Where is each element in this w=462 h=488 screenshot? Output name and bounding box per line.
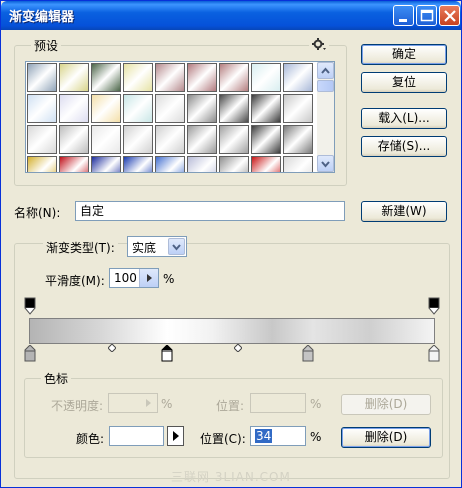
preset-swatch[interactable] — [123, 63, 153, 92]
stops-legend: 色标 — [41, 370, 72, 387]
title-bar[interactable]: 渐变编辑器 — [1, 1, 461, 30]
new-button[interactable]: 新建(W) — [361, 201, 447, 222]
watermark: 三联网 3LIAN.COM — [171, 470, 291, 484]
midpoint-diamond[interactable] — [108, 344, 116, 352]
opacity-stop-right[interactable] — [428, 297, 440, 315]
smoothness-slider-button[interactable] — [139, 269, 158, 287]
preset-swatch[interactable] — [123, 156, 153, 172]
smoothness-label: 平滑度(M): — [45, 274, 105, 288]
smoothness-unit: % — [163, 272, 175, 286]
color-stop[interactable] — [428, 345, 440, 362]
preset-swatch[interactable] — [123, 125, 153, 154]
color-stop[interactable] — [24, 345, 36, 362]
chevron-up-icon — [321, 67, 330, 74]
preset-scrollbar[interactable] — [317, 62, 334, 172]
minimize-icon — [399, 19, 407, 22]
preset-swatch[interactable] — [187, 156, 217, 172]
opacity-location-unit: % — [310, 397, 322, 411]
play-arrow-icon — [146, 399, 151, 407]
chevron-down-icon — [172, 244, 181, 251]
preset-swatch[interactable] — [283, 94, 313, 123]
play-arrow-icon — [147, 274, 152, 282]
opacity-location-input[interactable] — [250, 393, 306, 413]
color-location-value: 34 — [255, 429, 273, 443]
opacity-delete-button[interactable]: 删除(D) — [341, 394, 431, 415]
gradient-type-label: 渐变类型(T): — [43, 239, 118, 256]
preset-swatch[interactable] — [155, 156, 185, 172]
preset-swatch[interactable] — [283, 125, 313, 154]
preset-swatch[interactable] — [283, 63, 313, 92]
preset-swatch[interactable] — [187, 125, 217, 154]
color-label: 颜色: — [76, 432, 105, 446]
color-stop[interactable] — [302, 345, 314, 362]
play-arrow-icon — [173, 431, 179, 441]
presets-legend: 预设 — [31, 37, 62, 54]
color-stop-selected[interactable] — [161, 345, 173, 362]
preset-swatch[interactable] — [59, 63, 89, 92]
gradient-type-value: 实底 — [132, 241, 157, 255]
opacity-unit: % — [161, 397, 173, 411]
maximize-button[interactable] — [416, 5, 437, 26]
preset-swatch[interactable] — [187, 94, 217, 123]
preset-swatch[interactable] — [123, 94, 153, 123]
minimize-button[interactable] — [393, 5, 414, 26]
midpoint-diamond[interactable] — [234, 344, 242, 352]
preset-swatch[interactable] — [27, 63, 57, 92]
color-location-label: 位置(C): — [200, 432, 246, 446]
preset-swatch[interactable] — [91, 125, 121, 154]
smoothness-value: 100 — [114, 271, 137, 285]
opacity-label: 不透明度: — [51, 399, 104, 413]
preset-swatch[interactable] — [91, 63, 121, 92]
preset-swatch[interactable] — [219, 94, 249, 123]
preset-swatch[interactable] — [155, 94, 185, 123]
preset-swatch[interactable] — [219, 125, 249, 154]
preset-swatch[interactable] — [91, 156, 121, 172]
preset-swatch[interactable] — [219, 63, 249, 92]
preset-swatch[interactable] — [91, 94, 121, 123]
scroll-down-button[interactable] — [317, 155, 334, 172]
preset-swatch[interactable] — [187, 63, 217, 92]
preset-swatch[interactable] — [219, 156, 249, 172]
close-icon — [444, 10, 456, 22]
preset-swatch[interactable] — [27, 156, 57, 172]
preset-swatch[interactable] — [27, 125, 57, 154]
preset-swatch[interactable] — [251, 63, 281, 92]
dropdown-button[interactable] — [168, 238, 185, 255]
color-delete-button[interactable]: 删除(D) — [341, 427, 431, 448]
scroll-up-button[interactable] — [317, 62, 334, 79]
color-location-unit: % — [310, 430, 322, 444]
reset-button[interactable]: 复位 — [361, 72, 447, 93]
preset-swatch[interactable] — [59, 156, 89, 172]
preset-swatch[interactable] — [155, 63, 185, 92]
gradient-type-select[interactable]: 实底 — [127, 236, 187, 257]
preset-swatch[interactable] — [251, 94, 281, 123]
color-menu-button[interactable] — [167, 426, 184, 446]
gradient-preview-bar[interactable] — [29, 318, 435, 344]
window-title: 渐变编辑器 — [9, 10, 75, 25]
color-location-input[interactable]: 34 — [250, 426, 306, 446]
preset-swatch[interactable] — [251, 125, 281, 154]
opacity-stop-left[interactable] — [24, 297, 36, 315]
ok-button[interactable]: 确定 — [361, 44, 447, 65]
chevron-down-icon — [321, 161, 330, 168]
preset-swatch[interactable] — [155, 125, 185, 154]
name-label: 名称(N): — [14, 206, 61, 220]
gear-icon[interactable] — [309, 37, 329, 54]
scroll-thumb[interactable] — [317, 80, 334, 92]
preset-swatch[interactable] — [59, 125, 89, 154]
opacity-location-label: 位置: — [216, 399, 245, 413]
preset-swatch-grid[interactable] — [25, 61, 335, 173]
preset-swatch[interactable] — [27, 94, 57, 123]
name-input[interactable]: 自定 — [75, 201, 345, 221]
save-button[interactable]: 存储(S)... — [361, 136, 447, 157]
close-button[interactable] — [439, 5, 460, 26]
preset-swatch[interactable] — [283, 156, 313, 172]
preset-swatch[interactable] — [251, 156, 281, 172]
load-button[interactable]: 载入(L)... — [361, 108, 447, 129]
maximize-icon — [420, 9, 434, 22]
gradient-editor-window: 渐变编辑器 预设 确定 复位 载入(L)... 存储(S)... 名称(N): … — [0, 0, 462, 488]
preset-swatch[interactable] — [59, 94, 89, 123]
color-swatch[interactable] — [109, 426, 164, 446]
